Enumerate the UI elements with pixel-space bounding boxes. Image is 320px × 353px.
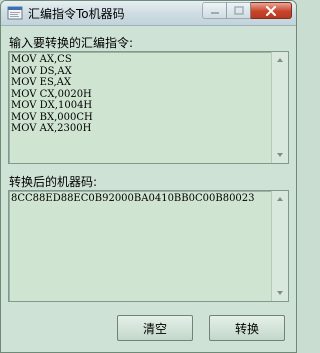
assembly-input-text: MOV AX,CS MOV DS,AX MOV ES,AX MOV CX,002…: [11, 54, 93, 134]
app-icon: [7, 6, 23, 20]
scroll-up-button[interactable]: [272, 191, 288, 207]
assembly-input-textarea[interactable]: MOV AX,CS MOV DS,AX MOV ES,AX MOV CX,002…: [8, 51, 289, 164]
clear-button[interactable]: 清空: [117, 315, 193, 341]
window-controls: [202, 2, 292, 21]
arrow-down-icon: [277, 153, 283, 157]
input-label: 输入要转换的汇编指令:: [9, 36, 134, 50]
arrow-up-icon: [277, 58, 283, 62]
maximize-button[interactable]: [226, 2, 251, 19]
app-window: 汇编指令To机器码 输入要转换的汇编指令: MOV AX,CS MOV DS,A…: [0, 0, 297, 353]
output-label: 转换后的机器码:: [9, 175, 98, 189]
close-icon: [266, 5, 276, 16]
title-bar[interactable]: 汇编指令To机器码: [1, 1, 296, 26]
window-title: 汇编指令To机器码: [28, 7, 125, 21]
scroll-up-button[interactable]: [272, 52, 288, 68]
arrow-up-icon: [277, 197, 283, 201]
minimize-button[interactable]: [202, 2, 227, 19]
scroll-down-button[interactable]: [272, 285, 288, 301]
machine-code-output-text: 8CC88ED88EC0B92000BA0410BB0C00B80023: [11, 193, 255, 204]
arrow-down-icon: [277, 291, 283, 295]
scroll-down-button[interactable]: [272, 147, 288, 163]
convert-button[interactable]: 转换: [209, 315, 285, 341]
minimize-icon: [210, 11, 219, 14]
output-scrollbar[interactable]: [271, 191, 288, 301]
machine-code-output-textarea[interactable]: 8CC88ED88EC0B92000BA0410BB0C00B80023: [8, 190, 289, 302]
close-button[interactable]: [250, 2, 292, 19]
input-scrollbar[interactable]: [271, 52, 288, 163]
maximize-icon: [233, 6, 244, 15]
